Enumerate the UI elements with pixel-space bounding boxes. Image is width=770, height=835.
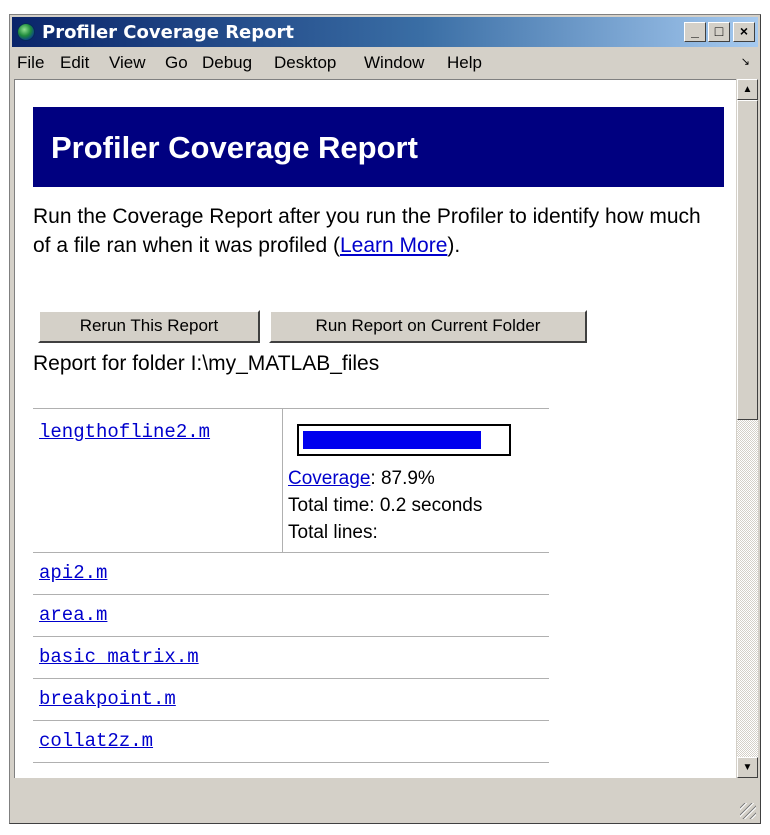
total-time: Total time: 0.2 seconds xyxy=(288,495,483,516)
coverage-value: : 87.9% xyxy=(370,468,435,489)
window-title: Profiler Coverage Report xyxy=(42,22,294,43)
total-lines: Total lines: xyxy=(288,522,378,543)
matlab-globe-icon xyxy=(17,23,35,41)
minimize-button[interactable]: _ xyxy=(684,22,706,42)
file-row: collat2z.m xyxy=(33,721,549,762)
file-row: area.m xyxy=(33,595,549,636)
file-row: api2.m xyxy=(33,553,549,594)
file-row: breakpoint.m xyxy=(33,679,549,720)
menu-go[interactable]: Go xyxy=(165,53,188,73)
file-list: lengthofline2.m Coverage: 87.9% Total ti… xyxy=(33,408,549,778)
file-row-lengthofline2: lengthofline2.m Coverage: 87.9% Total ti… xyxy=(33,409,549,552)
coverage-bar xyxy=(297,424,511,456)
dock-arrow-icon[interactable]: ↘ xyxy=(741,55,750,68)
close-button[interactable]: × xyxy=(733,22,755,42)
menu-bar: File Edit View Go Debug Desktop Window H… xyxy=(12,48,758,76)
file-link[interactable]: basic matrix.m xyxy=(39,646,199,668)
coverage-bar-fill xyxy=(303,431,481,449)
file-details: Coverage: 87.9% Total time: 0.2 seconds … xyxy=(288,465,482,546)
menu-view[interactable]: View xyxy=(109,53,146,73)
menu-help[interactable]: Help xyxy=(447,53,482,73)
file-link[interactable]: lengthofline2.m xyxy=(39,421,210,443)
menu-window[interactable]: Window xyxy=(364,53,424,73)
report-content: Profiler Coverage Report Run the Coverag… xyxy=(14,79,736,778)
resize-grip-icon[interactable] xyxy=(740,803,756,819)
file-link[interactable]: breakpoint.m xyxy=(39,688,176,710)
file-link[interactable]: area.m xyxy=(39,604,107,626)
scrollbar-thumb[interactable] xyxy=(737,100,758,420)
profiler-window: Profiler Coverage Report _ □ × File Edit… xyxy=(9,14,761,824)
menu-desktop[interactable]: Desktop xyxy=(274,53,336,73)
menu-debug[interactable]: Debug xyxy=(202,53,252,73)
learn-more-link[interactable]: Learn More xyxy=(340,234,447,257)
intro-end: ). xyxy=(447,234,461,257)
file-link[interactable]: api2.m xyxy=(39,562,107,584)
report-heading: Profiler Coverage Report xyxy=(33,107,724,187)
title-bar[interactable]: Profiler Coverage Report _ □ × xyxy=(12,17,758,47)
file-row-partial xyxy=(33,763,549,778)
run-current-folder-button[interactable]: Run Report on Current Folder xyxy=(269,310,587,343)
menu-file[interactable]: File xyxy=(17,53,44,73)
intro-paragraph: Run the Coverage Report after you run th… xyxy=(33,202,713,260)
status-bar xyxy=(12,781,758,821)
maximize-button[interactable]: □ xyxy=(708,22,730,42)
menu-edit[interactable]: Edit xyxy=(60,53,89,73)
file-link[interactable]: collat2z.m xyxy=(39,730,153,752)
coverage-link[interactable]: Coverage xyxy=(288,468,370,489)
folder-line: Report for folder I:\my_MATLAB_files xyxy=(33,352,380,375)
scroll-down-arrow-icon[interactable]: ▼ xyxy=(737,757,758,778)
scroll-up-arrow-icon[interactable]: ▲ xyxy=(737,79,758,100)
rerun-report-button[interactable]: Rerun This Report xyxy=(38,310,260,343)
column-divider xyxy=(282,409,283,552)
vertical-scrollbar[interactable]: ▲ ▼ xyxy=(737,79,758,778)
file-row: basic matrix.m xyxy=(33,637,549,678)
